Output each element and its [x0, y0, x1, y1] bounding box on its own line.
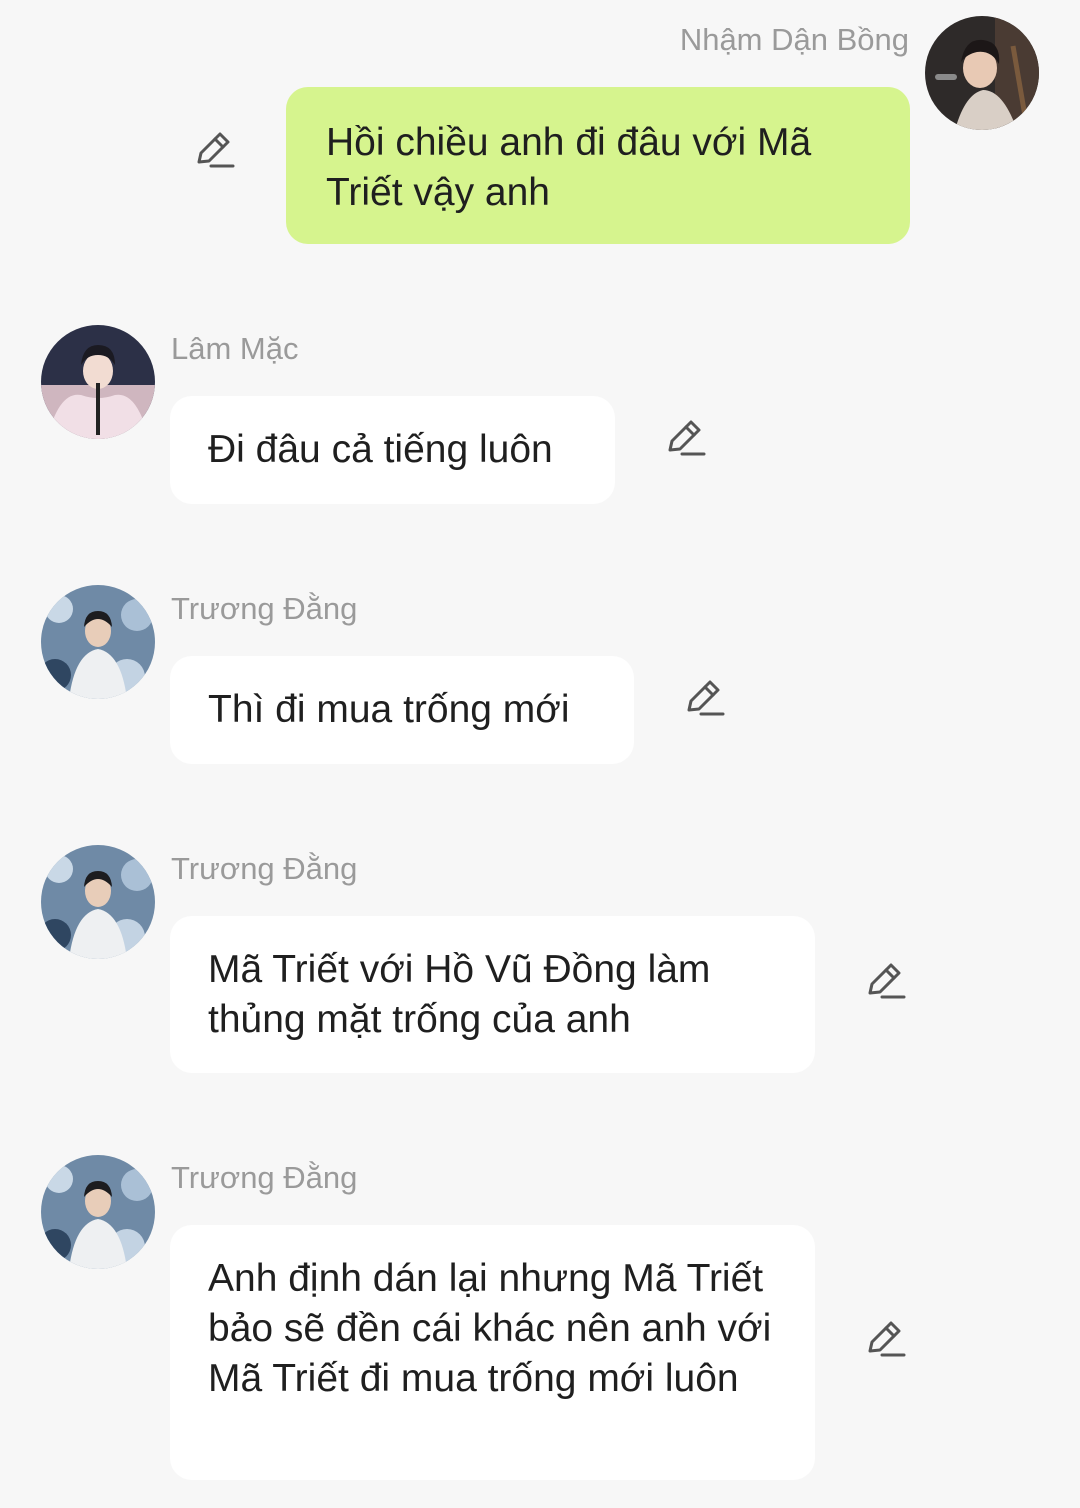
message-bubble-incoming[interactable]: Anh định dán lại nhưng Mã Triết bảo sẽ đ…: [170, 1225, 815, 1480]
sender-name: Trương Đằng: [171, 591, 358, 626]
sender-name: Lâm Mặc: [171, 331, 299, 366]
message-bubble-incoming[interactable]: Đi đâu cả tiếng luôn: [170, 396, 615, 504]
message-bubble-incoming[interactable]: Mã Triết với Hồ Vũ Đồng làm thủng mặt tr…: [170, 916, 815, 1073]
message-bubble-outgoing[interactable]: Hồi chiều anh đi đâu với Mã Triết vậy an…: [286, 87, 910, 244]
sender-name: Trương Đằng: [171, 1160, 358, 1195]
avatar[interactable]: [925, 16, 1039, 130]
avatar[interactable]: [41, 325, 155, 439]
edit-pencil-icon[interactable]: [683, 676, 727, 720]
avatar[interactable]: [41, 585, 155, 699]
message-bubble-incoming[interactable]: Thì đi mua trống mới: [170, 656, 634, 764]
edit-pencil-icon[interactable]: [864, 1317, 908, 1361]
sender-name: Nhậm Dận Bồng: [679, 22, 909, 57]
edit-pencil-icon[interactable]: [664, 416, 708, 460]
edit-pencil-icon[interactable]: [193, 128, 237, 172]
avatar[interactable]: [41, 845, 155, 959]
sender-name: Trương Đằng: [171, 851, 358, 886]
avatar[interactable]: [41, 1155, 155, 1269]
edit-pencil-icon[interactable]: [864, 959, 908, 1003]
